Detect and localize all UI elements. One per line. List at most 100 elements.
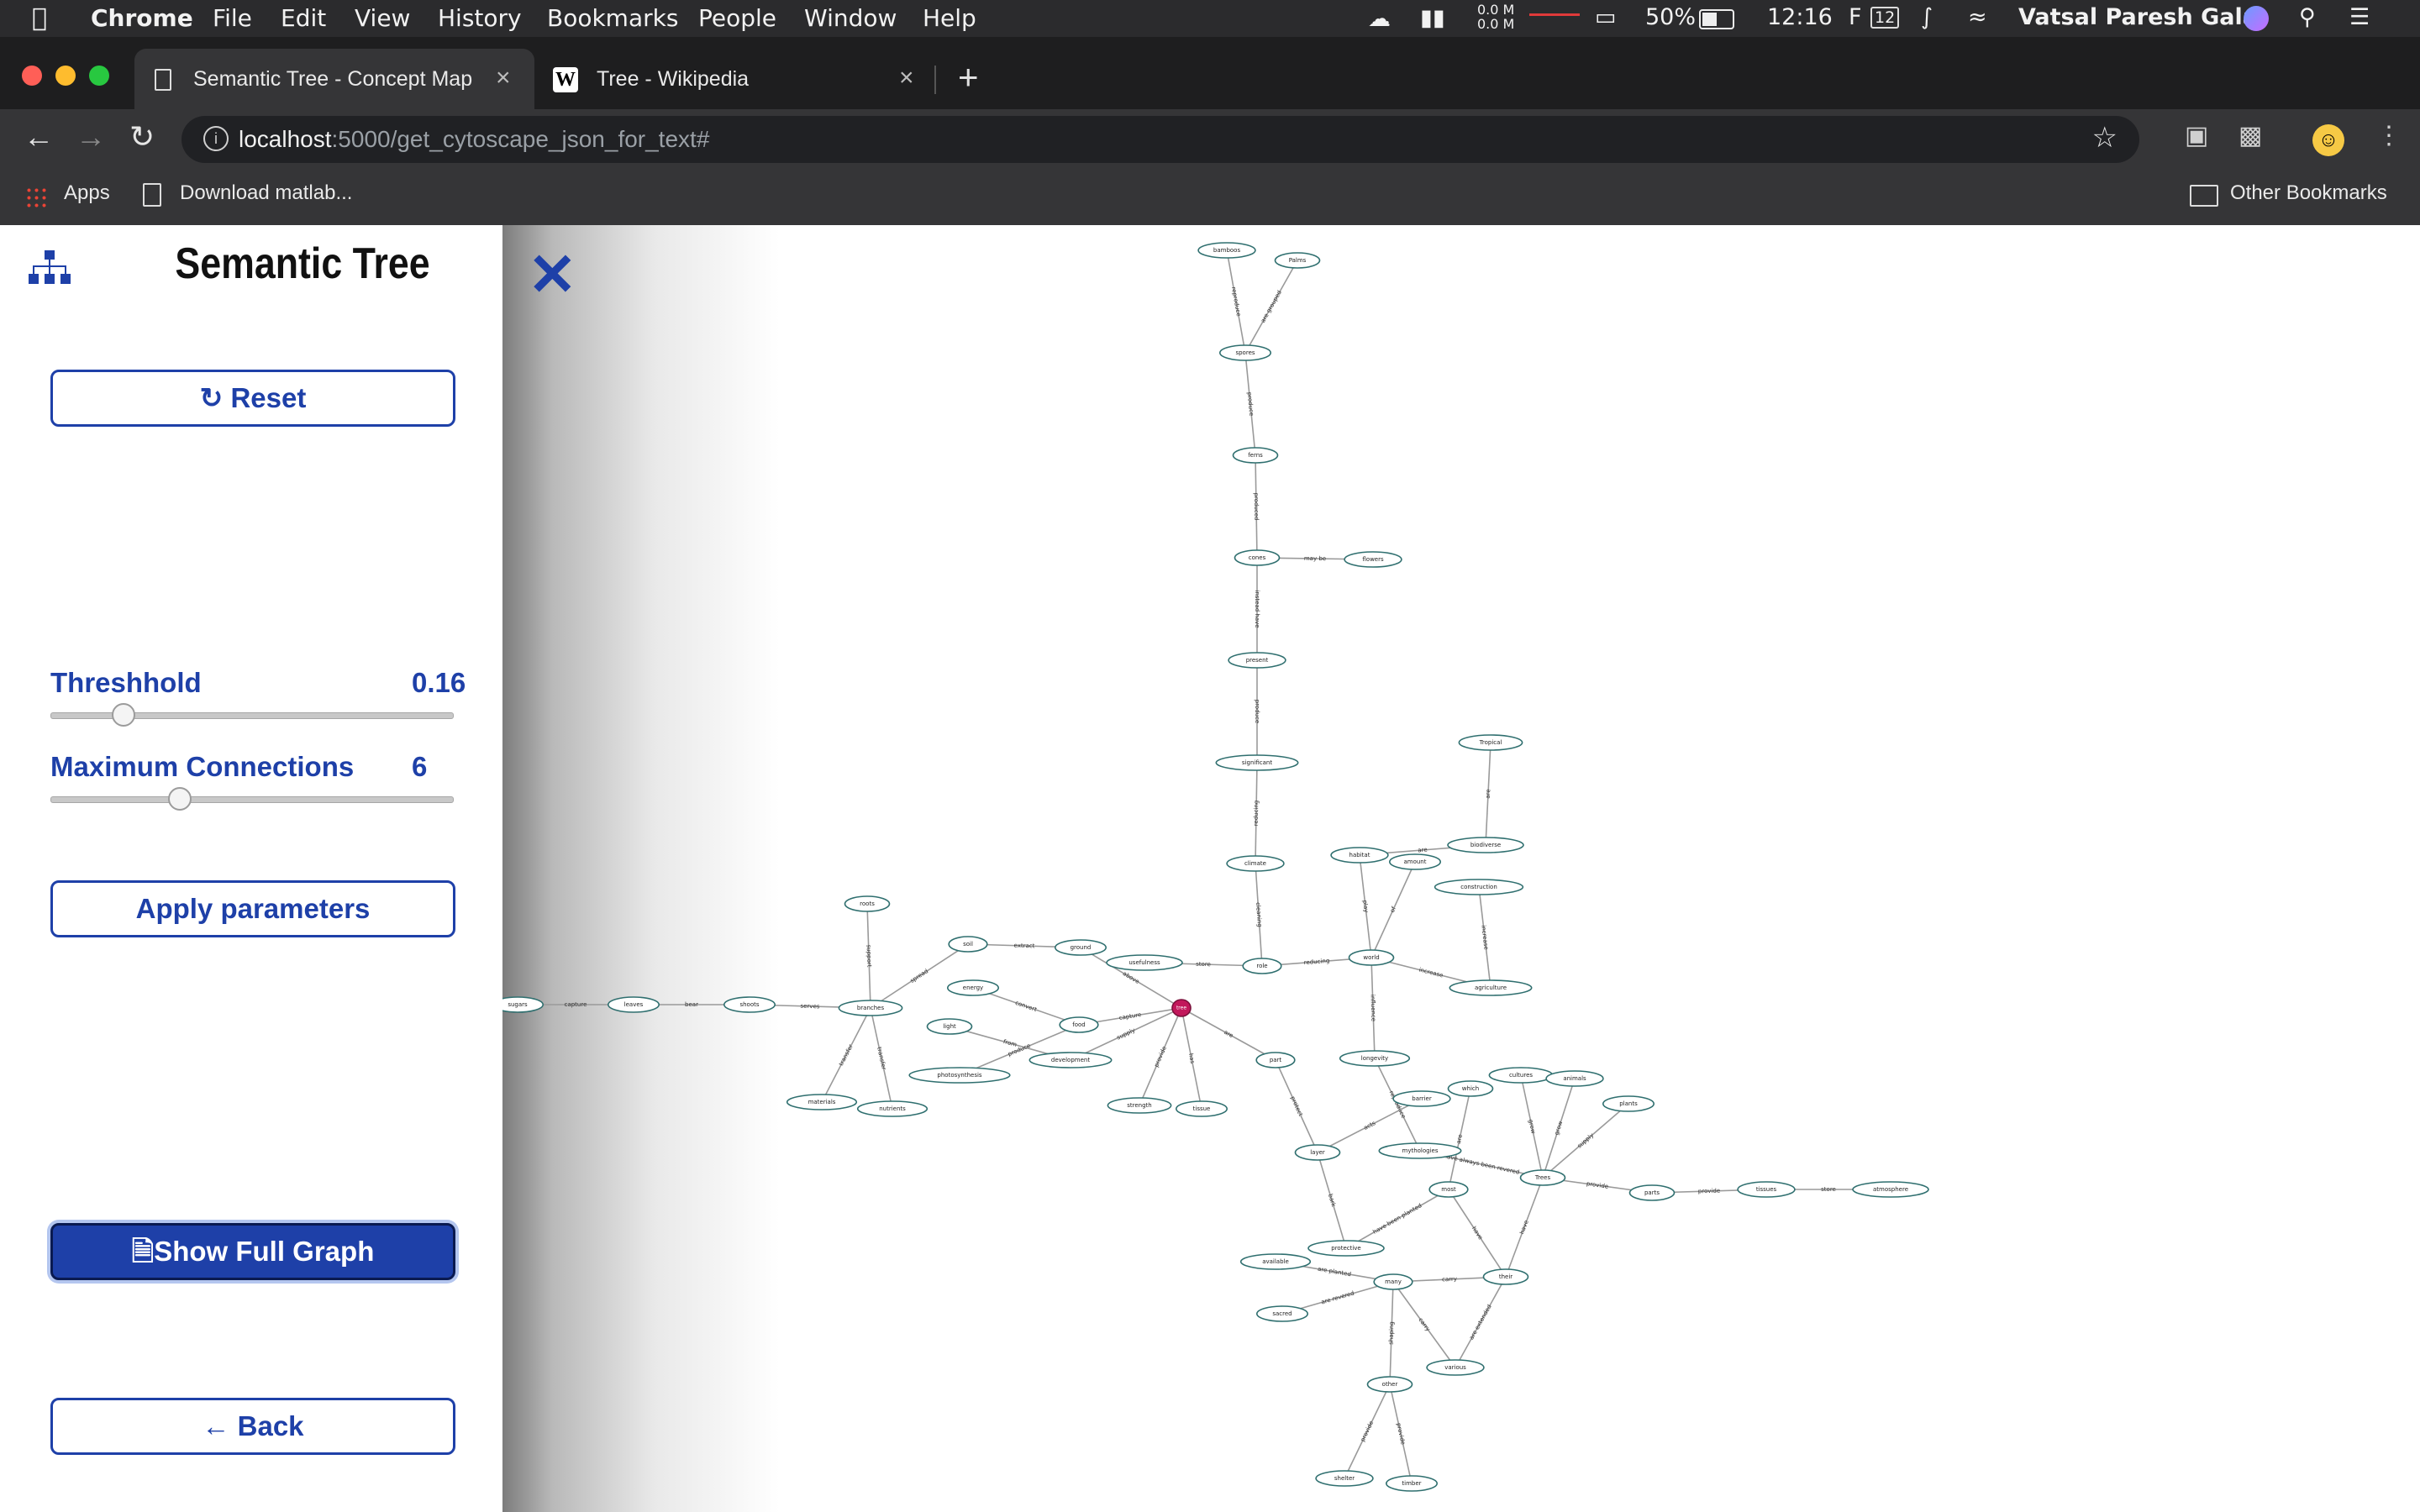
activity-monitor-icon[interactable]: ▮▮ xyxy=(1420,5,1445,31)
max-connections-slider[interactable] xyxy=(50,787,454,811)
wifi-icon[interactable]: ≈ xyxy=(1968,4,1987,30)
graph-node[interactable]: tree xyxy=(1171,999,1192,1017)
threshold-slider[interactable] xyxy=(50,703,454,727)
graph-node[interactable]: their xyxy=(1482,1268,1529,1285)
menu-bookmarks[interactable]: Bookmarks xyxy=(547,4,678,32)
profile-avatar[interactable]: ☺ xyxy=(2312,124,2344,156)
graph-node[interactable]: longevity xyxy=(1339,1050,1411,1067)
graph-node[interactable]: atmosphere xyxy=(1852,1181,1929,1198)
max-connections-slider-handle[interactable] xyxy=(167,787,192,811)
graph-node[interactable]: flowers xyxy=(1344,551,1402,568)
graph-node[interactable]: strength xyxy=(1107,1097,1172,1114)
graph-node[interactable]: climate xyxy=(1226,855,1285,872)
menu-window[interactable]: Window xyxy=(804,4,897,32)
graph-node[interactable]: ground xyxy=(1054,939,1107,956)
menu-edit[interactable]: Edit xyxy=(281,4,326,32)
window-close-button[interactable] xyxy=(22,66,42,86)
window-zoom-button[interactable] xyxy=(89,66,109,86)
graph-node[interactable]: shelter xyxy=(1315,1470,1374,1487)
concept-graph[interactable]: reproduce are grouped produce produced may b… xyxy=(502,225,2420,1512)
menu-people[interactable]: People xyxy=(698,4,776,32)
graph-node[interactable]: animals xyxy=(1545,1070,1604,1087)
reload-icon[interactable]: ↻ xyxy=(129,119,155,155)
site-info-icon[interactable]: i xyxy=(203,126,229,151)
graph-node[interactable]: sacred xyxy=(1255,1305,1308,1322)
user-name[interactable]: Vatsal Paresh Gala xyxy=(2018,4,2258,30)
spotlight-search-icon[interactable]: ⚲ xyxy=(2299,4,2316,30)
menu-history[interactable]: History xyxy=(438,4,522,32)
graph-node[interactable]: usefulness xyxy=(1106,954,1183,971)
graph-node[interactable]: sugars xyxy=(502,996,544,1013)
graph-node[interactable]: branches xyxy=(838,1000,903,1016)
tab-semantic-tree[interactable]: Semantic Tree - Concept Map × xyxy=(134,49,534,109)
graph-node[interactable]: Tropical xyxy=(1458,734,1523,751)
graph-node[interactable]: many xyxy=(1373,1273,1413,1290)
graph-node[interactable]: spores xyxy=(1218,344,1271,361)
graph-node[interactable]: plants xyxy=(1602,1095,1655,1112)
creative-cloud-icon[interactable]: ☁ xyxy=(1368,6,1391,32)
graph-node[interactable]: significant xyxy=(1215,754,1299,771)
graph-node[interactable]: tissues xyxy=(1737,1181,1796,1198)
graph-node[interactable]: food xyxy=(1059,1016,1099,1033)
graph-node[interactable]: world xyxy=(1348,949,1395,966)
graph-node[interactable]: amount xyxy=(1389,853,1442,870)
back-button[interactable]: ← Back xyxy=(50,1398,455,1455)
battery-icon[interactable] xyxy=(1699,9,1734,29)
chrome-menu-icon[interactable]: ⋮ xyxy=(2376,121,2402,150)
graph-node[interactable]: construction xyxy=(1434,879,1524,895)
graph-node[interactable]: available xyxy=(1239,1253,1312,1270)
clapper-extension-icon[interactable]: ▩ xyxy=(2238,121,2262,150)
apply-parameters-button[interactable]: Apply parameters xyxy=(50,880,455,937)
reset-button[interactable]: ↻ Reset xyxy=(50,370,455,427)
window-minimize-button[interactable] xyxy=(55,66,76,86)
graph-node[interactable]: various xyxy=(1426,1359,1485,1376)
graph-node[interactable]: part xyxy=(1255,1052,1296,1068)
input-source-label[interactable]: F xyxy=(1849,4,1862,30)
graph-node[interactable]: role xyxy=(1242,958,1282,974)
graph-node[interactable]: light xyxy=(926,1018,973,1035)
menu-file[interactable]: File xyxy=(213,4,252,32)
graph-node[interactable]: protective xyxy=(1307,1240,1385,1257)
graph-node[interactable]: cultures xyxy=(1488,1067,1554,1084)
graph-node[interactable]: parts xyxy=(1628,1184,1676,1201)
graph-node[interactable]: layer xyxy=(1294,1144,1341,1161)
graph-node[interactable]: ferns xyxy=(1232,447,1279,464)
clock[interactable]: 12:16 xyxy=(1767,4,1833,30)
graph-node[interactable]: materials xyxy=(786,1094,858,1110)
graph-node[interactable]: tissue xyxy=(1175,1100,1228,1117)
bookmark-star-icon[interactable]: ☆ xyxy=(2092,121,2118,155)
address-bar[interactable]: i localhost:5000/get_cytoscape_json_for_… xyxy=(182,116,2139,163)
graph-node[interactable]: roots xyxy=(844,895,891,912)
back-arrow-icon[interactable]: ← xyxy=(24,119,54,155)
concept-map-canvas[interactable]: reproduce are grouped produce produced may b… xyxy=(502,225,2420,1512)
graph-node[interactable]: present xyxy=(1228,652,1286,669)
apps-grid-icon[interactable] xyxy=(25,186,47,208)
tab-wikipedia[interactable]: W Tree - Wikipedia × xyxy=(538,49,933,109)
graph-node[interactable]: leaves xyxy=(608,996,660,1013)
menu-app-name[interactable]: Chrome xyxy=(91,4,193,32)
graph-node[interactable]: mythologies xyxy=(1378,1142,1462,1159)
siri-icon[interactable] xyxy=(2244,6,2269,31)
menu-help[interactable]: Help xyxy=(923,4,976,32)
graph-node[interactable]: agriculture xyxy=(1449,979,1533,996)
airplay-icon[interactable]: ▭ xyxy=(1595,4,1617,30)
graph-node[interactable]: bamboos xyxy=(1197,242,1256,259)
graph-node[interactable]: biodiverse xyxy=(1447,837,1524,853)
chat-extension-icon[interactable]: ▣ xyxy=(2185,121,2208,150)
graph-node[interactable]: cones xyxy=(1234,549,1281,566)
threshold-slider-handle[interactable] xyxy=(112,703,136,727)
apple-icon[interactable]:  xyxy=(32,3,47,33)
graph-node[interactable]: most xyxy=(1428,1181,1469,1198)
tab-close-icon[interactable]: × xyxy=(496,64,511,92)
graph-node[interactable]: timber xyxy=(1386,1475,1439,1492)
graph-node[interactable]: which xyxy=(1447,1080,1494,1097)
graph-node[interactable]: barrier xyxy=(1392,1090,1451,1107)
bookmark-apps[interactable]: Apps xyxy=(64,181,110,205)
graph-node[interactable]: Palms xyxy=(1274,252,1321,269)
graph-node[interactable]: other xyxy=(1366,1376,1413,1393)
graph-node[interactable]: nutrients xyxy=(856,1100,929,1117)
forward-arrow-icon[interactable]: → xyxy=(76,119,106,155)
new-tab-button[interactable]: + xyxy=(958,57,979,97)
graph-node[interactable]: energy xyxy=(946,979,999,996)
graph-node[interactable]: habitat xyxy=(1330,847,1389,864)
